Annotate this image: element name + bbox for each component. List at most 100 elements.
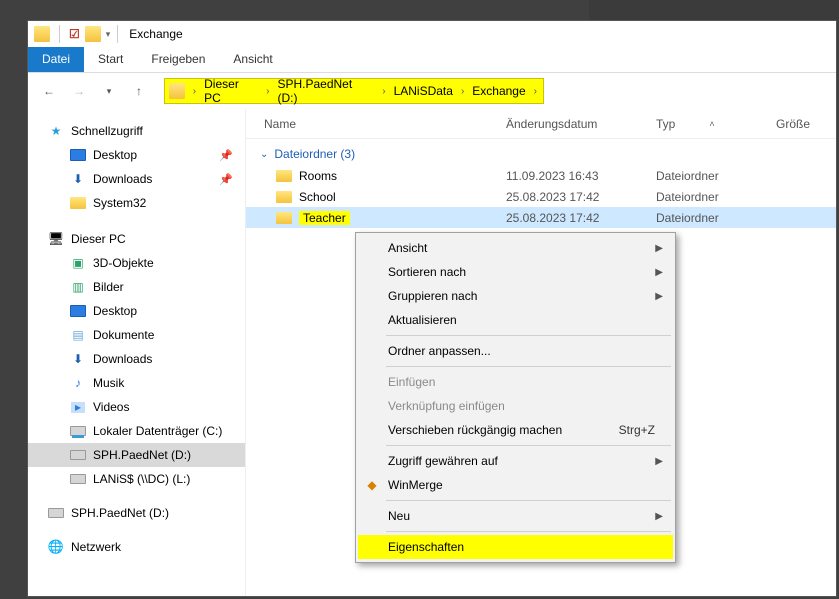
breadcrumb-item[interactable]: Exchange bbox=[468, 84, 529, 98]
tab-view[interactable]: Ansicht bbox=[219, 47, 286, 72]
chevron-right-icon: ▶ bbox=[655, 243, 663, 254]
sort-asc-icon: ˄ bbox=[709, 119, 714, 129]
tree-thispc[interactable]: Dieser PC bbox=[28, 227, 245, 251]
tree-label: Desktop bbox=[93, 148, 137, 162]
breadcrumb[interactable]: › Dieser PC › SPH.PaedNet (D:) › LANiSDa… bbox=[164, 78, 544, 104]
file-row[interactable]: Rooms 11.09.2023 16:43 Dateiordner bbox=[246, 165, 836, 186]
cm-winmerge[interactable]: ◆WinMerge bbox=[358, 473, 673, 497]
breadcrumb-item[interactable]: Dieser PC bbox=[200, 77, 262, 105]
file-name: Rooms bbox=[299, 169, 337, 183]
pc-icon bbox=[48, 231, 64, 247]
folder-icon bbox=[34, 26, 50, 42]
folder-icon bbox=[70, 197, 86, 209]
tree-drive-d2[interactable]: SPH.PaedNet (D:) bbox=[28, 501, 245, 525]
column-name[interactable]: Name bbox=[246, 117, 506, 131]
tree-label: Videos bbox=[93, 400, 129, 414]
chevron-right-icon[interactable]: › bbox=[191, 86, 198, 97]
tree-drive-d[interactable]: SPH.PaedNet (D:) bbox=[28, 443, 245, 467]
forward-button: → bbox=[68, 80, 90, 102]
tree-downloads[interactable]: Downloads📌 bbox=[28, 167, 245, 191]
chevron-right-icon[interactable]: › bbox=[459, 86, 466, 97]
tree-quickaccess[interactable]: ★Schnellzugriff bbox=[28, 119, 245, 143]
cm-paste: Einfügen bbox=[358, 370, 673, 394]
tree-label: System32 bbox=[93, 196, 146, 210]
file-row[interactable]: School 25.08.2023 17:42 Dateiordner bbox=[246, 186, 836, 207]
drive-icon bbox=[70, 426, 86, 436]
file-date: 11.09.2023 16:43 bbox=[506, 169, 656, 183]
file-row-selected[interactable]: Teacher 25.08.2023 17:42 Dateiordner bbox=[246, 207, 836, 228]
tree-musik[interactable]: Musik bbox=[28, 371, 245, 395]
pin-icon[interactable]: 📌 bbox=[219, 149, 233, 162]
tree-label: Lokaler Datenträger (C:) bbox=[93, 424, 222, 438]
list-header: Name Änderungsdatum Typ˄ Größe bbox=[246, 109, 836, 139]
documents-icon bbox=[70, 327, 86, 343]
breadcrumb-item[interactable]: LANiSData bbox=[390, 84, 457, 98]
tree-3dobjects[interactable]: 3D-Objekte bbox=[28, 251, 245, 275]
up-button[interactable]: ↑ bbox=[128, 80, 150, 102]
nav-bar: ← → ▾ ↑ › Dieser PC › SPH.PaedNet (D:) ›… bbox=[28, 73, 836, 109]
cm-new[interactable]: Neu▶ bbox=[358, 504, 673, 528]
group-header[interactable]: ⌄Dateiordner (3) bbox=[246, 139, 836, 165]
tree-dokumente[interactable]: Dokumente bbox=[28, 323, 245, 347]
chevron-right-icon[interactable]: › bbox=[532, 86, 539, 97]
chevron-right-icon: ▶ bbox=[655, 511, 663, 522]
cm-refresh[interactable]: Aktualisieren bbox=[358, 308, 673, 332]
downloads-icon bbox=[70, 351, 86, 367]
menu-separator bbox=[386, 335, 671, 336]
tree-desktop[interactable]: Desktop 📌 bbox=[28, 143, 245, 167]
window-title: Exchange bbox=[129, 27, 182, 41]
separator bbox=[59, 25, 60, 43]
chevron-down-icon: ⌄ bbox=[260, 149, 268, 160]
tab-file[interactable]: Datei bbox=[28, 47, 84, 72]
column-type[interactable]: Typ˄ bbox=[656, 117, 776, 131]
chevron-right-icon: ▶ bbox=[655, 456, 663, 467]
tree-drive-c[interactable]: Lokaler Datenträger (C:) bbox=[28, 419, 245, 443]
chevron-right-icon[interactable]: › bbox=[380, 86, 387, 97]
tab-start[interactable]: Start bbox=[84, 47, 137, 72]
cm-grant-access[interactable]: Zugriff gewähren auf▶ bbox=[358, 449, 673, 473]
cm-view[interactable]: Ansicht▶ bbox=[358, 236, 673, 260]
chevron-right-icon: ▶ bbox=[655, 267, 663, 278]
qat-newfolder-icon[interactable] bbox=[85, 26, 101, 42]
winmerge-icon: ◆ bbox=[364, 477, 380, 493]
tree-desktop2[interactable]: Desktop bbox=[28, 299, 245, 323]
folder-icon bbox=[276, 191, 292, 203]
column-date[interactable]: Änderungsdatum bbox=[506, 117, 656, 131]
tree-downloads2[interactable]: Downloads bbox=[28, 347, 245, 371]
cm-group[interactable]: Gruppieren nach▶ bbox=[358, 284, 673, 308]
tree-label: LANiS$ (\\DC) (L:) bbox=[93, 472, 190, 486]
tree-network[interactable]: Netzwerk bbox=[28, 535, 245, 559]
tree-system32[interactable]: System32 bbox=[28, 191, 245, 215]
cm-customize[interactable]: Ordner anpassen... bbox=[358, 339, 673, 363]
recent-dropdown-icon[interactable]: ▾ bbox=[98, 80, 120, 102]
file-type: Dateiordner bbox=[656, 190, 776, 204]
file-date: 25.08.2023 17:42 bbox=[506, 211, 656, 225]
background-strip bbox=[589, 0, 839, 20]
tree-label: SPH.PaedNet (D:) bbox=[71, 506, 169, 520]
qat-dropdown-icon[interactable]: ▾ bbox=[106, 29, 111, 40]
menu-separator bbox=[386, 445, 671, 446]
cm-undo[interactable]: Verschieben rückgängig machenStrg+Z bbox=[358, 418, 673, 442]
qat-checkbox-icon[interactable]: ☑ bbox=[69, 27, 80, 41]
cm-sort[interactable]: Sortieren nach▶ bbox=[358, 260, 673, 284]
desktop-icon bbox=[70, 305, 86, 317]
file-date: 25.08.2023 17:42 bbox=[506, 190, 656, 204]
tree-drive-l[interactable]: LANiS$ (\\DC) (L:) bbox=[28, 467, 245, 491]
cm-paste-shortcut: Verknüpfung einfügen bbox=[358, 394, 673, 418]
back-button[interactable]: ← bbox=[38, 80, 60, 102]
tree-videos[interactable]: Videos bbox=[28, 395, 245, 419]
tab-share[interactable]: Freigeben bbox=[137, 47, 219, 72]
chevron-right-icon: ▶ bbox=[655, 291, 663, 302]
column-size[interactable]: Größe bbox=[776, 117, 836, 131]
drive-icon bbox=[48, 508, 64, 518]
cm-properties[interactable]: Eigenschaften bbox=[358, 535, 673, 559]
tree-label: Schnellzugriff bbox=[71, 124, 143, 138]
tree-bilder[interactable]: Bilder bbox=[28, 275, 245, 299]
network-icon bbox=[48, 539, 64, 555]
pin-icon[interactable]: 📌 bbox=[219, 173, 233, 186]
file-type: Dateiordner bbox=[656, 211, 776, 225]
breadcrumb-item[interactable]: SPH.PaedNet (D:) bbox=[273, 77, 378, 105]
cube-icon bbox=[70, 255, 86, 271]
ribbon-tabs: Datei Start Freigeben Ansicht bbox=[28, 47, 836, 73]
chevron-right-icon[interactable]: › bbox=[264, 86, 271, 97]
